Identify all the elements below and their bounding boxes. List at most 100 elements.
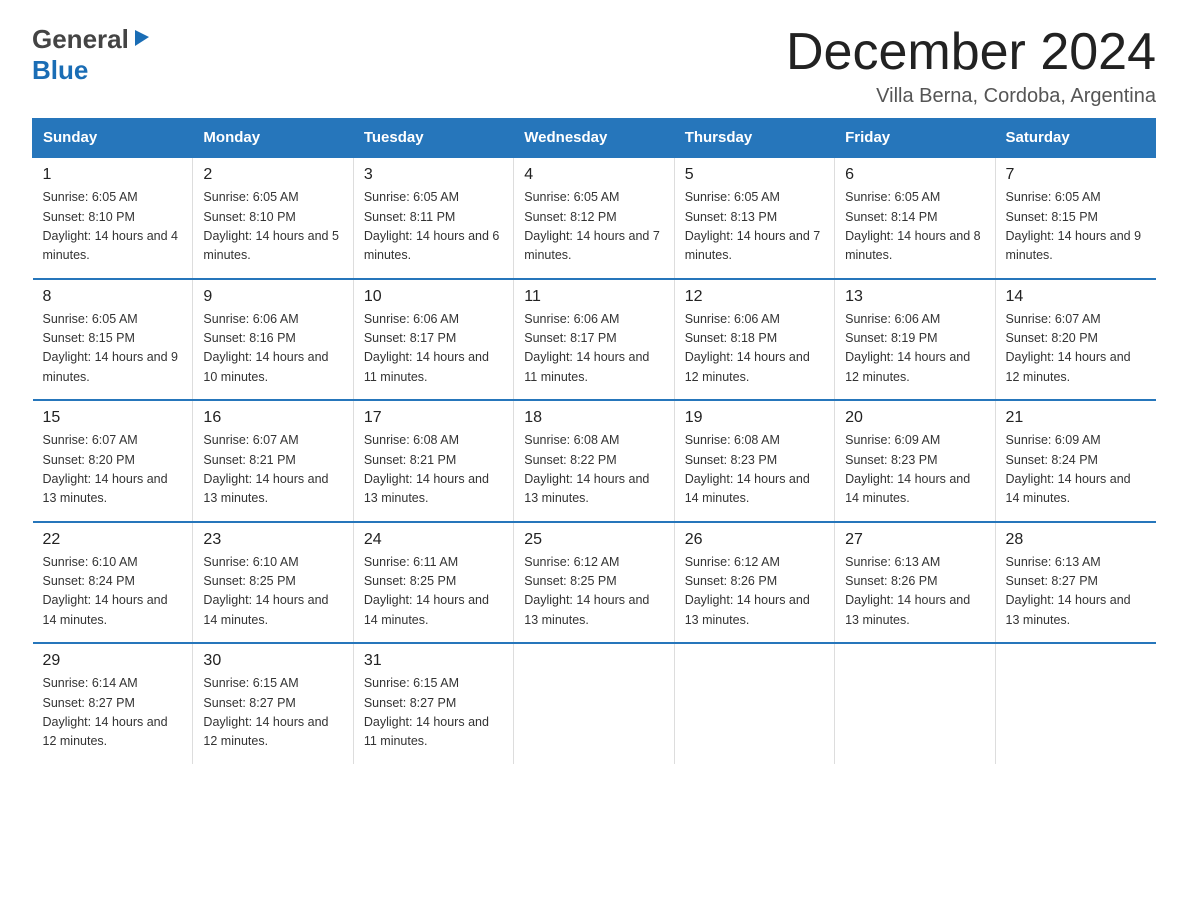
calendar-cell — [995, 643, 1155, 764]
calendar-cell: 22 Sunrise: 6:10 AMSunset: 8:24 PMDayligh… — [33, 522, 193, 644]
calendar-cell: 3 Sunrise: 6:05 AMSunset: 8:11 PMDaylight… — [353, 157, 513, 279]
day-number: 19 — [685, 409, 824, 427]
calendar-week-row: 15 Sunrise: 6:07 AMSunset: 8:20 PMDayligh… — [33, 400, 1156, 522]
calendar-header-row: SundayMondayTuesdayWednesdayThursdayFrid… — [33, 119, 1156, 158]
calendar-cell: 29 Sunrise: 6:14 AMSunset: 8:27 PMDayligh… — [33, 643, 193, 764]
calendar-cell: 20Sunrise: 6:09 AMSunset: 8:23 PMDayligh… — [835, 400, 995, 522]
calendar-cell: 7 Sunrise: 6:05 AMSunset: 8:15 PMDaylight… — [995, 157, 1155, 279]
day-info: Sunrise: 6:05 AMSunset: 8:15 PMDaylight:… — [43, 310, 183, 388]
day-info: Sunrise: 6:08 AMSunset: 8:22 PMDaylight:… — [524, 431, 663, 509]
logo-triangle-icon — [131, 26, 153, 53]
calendar-cell: 8 Sunrise: 6:05 AMSunset: 8:15 PMDaylight… — [33, 279, 193, 401]
day-number: 18 — [524, 409, 663, 427]
day-number: 31 — [364, 652, 503, 670]
day-info: Sunrise: 6:09 AMSunset: 8:24 PMDaylight:… — [1006, 431, 1146, 509]
calendar-cell: 21Sunrise: 6:09 AMSunset: 8:24 PMDayligh… — [995, 400, 1155, 522]
day-info: Sunrise: 6:10 AMSunset: 8:24 PMDaylight:… — [43, 553, 183, 631]
day-number: 27 — [845, 531, 984, 549]
day-info: Sunrise: 6:05 AMSunset: 8:13 PMDaylight:… — [685, 188, 824, 266]
location-subtitle: Villa Berna, Cordoba, Argentina — [786, 85, 1156, 108]
column-header-saturday: Saturday — [995, 119, 1155, 158]
calendar-cell: 19 Sunrise: 6:08 AMSunset: 8:23 PMDayligh… — [674, 400, 834, 522]
day-info: Sunrise: 6:06 AMSunset: 8:17 PMDaylight:… — [524, 310, 663, 388]
day-number: 12 — [685, 288, 824, 306]
day-number: 5 — [685, 166, 824, 184]
day-number: 23 — [203, 531, 342, 549]
day-info: Sunrise: 6:06 AMSunset: 8:19 PMDaylight:… — [845, 310, 984, 388]
calendar-week-row: 22 Sunrise: 6:10 AMSunset: 8:24 PMDayligh… — [33, 522, 1156, 644]
day-number: 15 — [43, 409, 183, 427]
day-info: Sunrise: 6:05 AMSunset: 8:10 PMDaylight:… — [43, 188, 183, 266]
logo-blue: Blue — [32, 55, 88, 85]
page-header: General Blue December 2024 Villa Berna, … — [32, 24, 1156, 108]
calendar-cell: 11 Sunrise: 6:06 AMSunset: 8:17 PMDayligh… — [514, 279, 674, 401]
column-header-monday: Monday — [193, 119, 353, 158]
day-info: Sunrise: 6:14 AMSunset: 8:27 PMDaylight:… — [43, 674, 183, 752]
day-number: 4 — [524, 166, 663, 184]
day-info: Sunrise: 6:08 AMSunset: 8:21 PMDaylight:… — [364, 431, 503, 509]
day-number: 1 — [43, 166, 183, 184]
day-info: Sunrise: 6:13 AMSunset: 8:26 PMDaylight:… — [845, 553, 984, 631]
column-header-wednesday: Wednesday — [514, 119, 674, 158]
day-number: 24 — [364, 531, 503, 549]
day-info: Sunrise: 6:07 AMSunset: 8:20 PMDaylight:… — [43, 431, 183, 509]
column-header-sunday: Sunday — [33, 119, 193, 158]
calendar-cell: 30Sunrise: 6:15 AMSunset: 8:27 PMDayligh… — [193, 643, 353, 764]
calendar-cell: 16Sunrise: 6:07 AMSunset: 8:21 PMDayligh… — [193, 400, 353, 522]
day-info: Sunrise: 6:12 AMSunset: 8:26 PMDaylight:… — [685, 553, 824, 631]
calendar-week-row: 29 Sunrise: 6:14 AMSunset: 8:27 PMDayligh… — [33, 643, 1156, 764]
calendar-cell: 4Sunrise: 6:05 AMSunset: 8:12 PMDaylight… — [514, 157, 674, 279]
day-number: 20 — [845, 409, 984, 427]
calendar-cell: 23 Sunrise: 6:10 AMSunset: 8:25 PMDayligh… — [193, 522, 353, 644]
day-info: Sunrise: 6:05 AMSunset: 8:15 PMDaylight:… — [1006, 188, 1146, 266]
day-info: Sunrise: 6:11 AMSunset: 8:25 PMDaylight:… — [364, 553, 503, 631]
day-number: 26 — [685, 531, 824, 549]
calendar-cell: 17 Sunrise: 6:08 AMSunset: 8:21 PMDayligh… — [353, 400, 513, 522]
day-number: 17 — [364, 409, 503, 427]
day-info: Sunrise: 6:13 AMSunset: 8:27 PMDaylight:… — [1006, 553, 1146, 631]
calendar-cell — [514, 643, 674, 764]
day-number: 9 — [203, 288, 342, 306]
calendar-cell: 10Sunrise: 6:06 AMSunset: 8:17 PMDayligh… — [353, 279, 513, 401]
day-info: Sunrise: 6:05 AMSunset: 8:11 PMDaylight:… — [364, 188, 503, 266]
day-number: 30 — [203, 652, 342, 670]
day-number: 28 — [1006, 531, 1146, 549]
day-info: Sunrise: 6:06 AMSunset: 8:18 PMDaylight:… — [685, 310, 824, 388]
calendar-cell: 31 Sunrise: 6:15 AMSunset: 8:27 PMDayligh… — [353, 643, 513, 764]
day-info: Sunrise: 6:10 AMSunset: 8:25 PMDaylight:… — [203, 553, 342, 631]
day-number: 8 — [43, 288, 183, 306]
calendar-cell: 18 Sunrise: 6:08 AMSunset: 8:22 PMDayligh… — [514, 400, 674, 522]
day-number: 22 — [43, 531, 183, 549]
calendar-cell: 15 Sunrise: 6:07 AMSunset: 8:20 PMDayligh… — [33, 400, 193, 522]
calendar-cell: 13Sunrise: 6:06 AMSunset: 8:19 PMDayligh… — [835, 279, 995, 401]
day-info: Sunrise: 6:12 AMSunset: 8:25 PMDaylight:… — [524, 553, 663, 631]
column-header-tuesday: Tuesday — [353, 119, 513, 158]
calendar-cell: 26 Sunrise: 6:12 AMSunset: 8:26 PMDayligh… — [674, 522, 834, 644]
day-info: Sunrise: 6:05 AMSunset: 8:14 PMDaylight:… — [845, 188, 984, 266]
day-info: Sunrise: 6:06 AMSunset: 8:17 PMDaylight:… — [364, 310, 503, 388]
title-block: December 2024 Villa Berna, Cordoba, Arge… — [786, 24, 1156, 108]
day-info: Sunrise: 6:15 AMSunset: 8:27 PMDaylight:… — [364, 674, 503, 752]
day-number: 29 — [43, 652, 183, 670]
day-number: 11 — [524, 288, 663, 306]
day-info: Sunrise: 6:05 AMSunset: 8:10 PMDaylight:… — [203, 188, 342, 266]
month-title: December 2024 — [786, 24, 1156, 81]
day-number: 16 — [203, 409, 342, 427]
day-info: Sunrise: 6:06 AMSunset: 8:16 PMDaylight:… — [203, 310, 342, 388]
day-number: 14 — [1006, 288, 1146, 306]
day-number: 7 — [1006, 166, 1146, 184]
day-number: 3 — [364, 166, 503, 184]
logo-general: General — [32, 24, 129, 55]
calendar-table: SundayMondayTuesdayWednesdayThursdayFrid… — [32, 118, 1156, 764]
calendar-cell: 25Sunrise: 6:12 AMSunset: 8:25 PMDayligh… — [514, 522, 674, 644]
calendar-cell: 27 Sunrise: 6:13 AMSunset: 8:26 PMDayligh… — [835, 522, 995, 644]
calendar-cell — [835, 643, 995, 764]
calendar-cell: 24 Sunrise: 6:11 AMSunset: 8:25 PMDayligh… — [353, 522, 513, 644]
calendar-week-row: 8 Sunrise: 6:05 AMSunset: 8:15 PMDaylight… — [33, 279, 1156, 401]
calendar-cell — [674, 643, 834, 764]
calendar-cell: 12 Sunrise: 6:06 AMSunset: 8:18 PMDayligh… — [674, 279, 834, 401]
day-info: Sunrise: 6:08 AMSunset: 8:23 PMDaylight:… — [685, 431, 824, 509]
calendar-cell: 28 Sunrise: 6:13 AMSunset: 8:27 PMDayligh… — [995, 522, 1155, 644]
day-number: 6 — [845, 166, 984, 184]
calendar-cell: 5 Sunrise: 6:05 AMSunset: 8:13 PMDaylight… — [674, 157, 834, 279]
